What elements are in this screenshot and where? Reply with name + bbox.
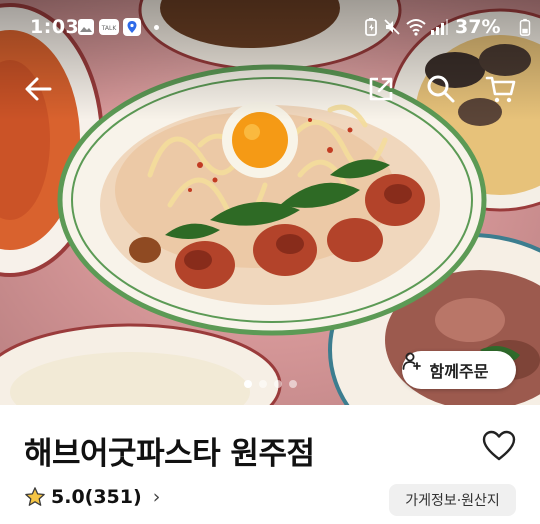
arrow-left-icon <box>25 77 52 101</box>
group-order-label: 함께주문 <box>429 362 489 381</box>
battery-icon <box>519 18 531 36</box>
hero-image-carousel[interactable]: 함께주문 <box>0 0 540 405</box>
favorite-button[interactable] <box>482 430 516 462</box>
mute-icon <box>384 19 400 35</box>
battery-saver-icon <box>365 18 377 36</box>
cart-button[interactable] <box>484 72 518 106</box>
talk-icon: TALK <box>99 19 119 35</box>
store-info-button[interactable]: 가게정보·원산지 <box>389 484 516 516</box>
heart-icon <box>482 430 516 461</box>
signal-icon <box>431 19 448 35</box>
store-name: 해브어굿파스타 원주점 <box>24 436 315 472</box>
cart-icon <box>485 76 516 103</box>
pager-dot <box>274 380 282 388</box>
wifi-icon <box>406 19 426 36</box>
svg-text:TALK: TALK <box>101 25 118 32</box>
chevron-right-icon: › <box>152 486 161 508</box>
star-icon <box>25 487 45 506</box>
share-icon <box>369 77 393 101</box>
battery-percent: 37% <box>455 16 501 38</box>
rating-link[interactable]: 5.0(351) › <box>24 486 160 508</box>
pager-dot-active <box>244 380 252 388</box>
gallery-icon <box>78 19 94 35</box>
search-icon <box>427 75 455 103</box>
notification-dot <box>154 25 159 30</box>
pager-dot <box>259 380 267 388</box>
pager-dot <box>289 380 297 388</box>
carousel-pager <box>244 380 297 388</box>
back-button[interactable] <box>22 72 56 106</box>
people-add-icon <box>402 352 421 370</box>
pasta-photo <box>0 0 540 405</box>
share-button[interactable] <box>364 72 398 106</box>
status-time: 1:03 <box>30 16 80 38</box>
map-pin-app-icon <box>123 18 141 36</box>
group-order-button[interactable]: 함께주문 <box>402 351 516 389</box>
rating-text: 5.0(351) <box>51 486 142 508</box>
status-bar: 1:03 TALK 37% <box>0 0 540 54</box>
search-button[interactable] <box>424 72 458 106</box>
